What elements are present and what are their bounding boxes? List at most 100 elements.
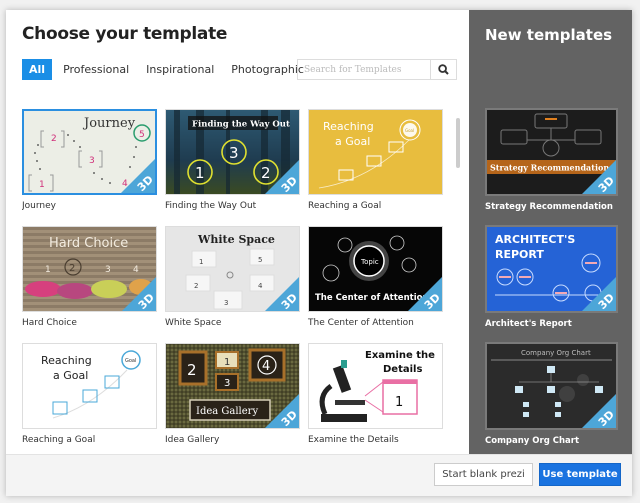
3d-badge: 3D	[121, 159, 155, 193]
template-thumbnail[interactable]: ARCHITECT'S REPORT 3D	[485, 225, 618, 313]
3d-badge: 3D	[265, 277, 299, 311]
template-name: Hard Choice	[22, 318, 77, 328]
template-name: Journey	[22, 201, 56, 211]
template-name: Company Org Chart	[485, 436, 580, 446]
template-thumbnail[interactable]: Finding the Way Out 3 1 2 3D	[165, 109, 300, 195]
template-thumbnail[interactable]: Topic The Center of Attention 3D	[308, 226, 443, 312]
search-box	[297, 59, 457, 80]
template-card-finding-the-way-out[interactable]: Finding the Way Out 3 1 2 3D Finding the…	[165, 109, 301, 211]
svg-text:4: 4	[133, 265, 139, 275]
search-icon	[438, 64, 449, 75]
thumb-title: Hard Choice	[49, 236, 128, 251]
tab-inspirational[interactable]: Inspirational	[140, 59, 220, 80]
svg-text:2: 2	[194, 282, 198, 290]
svg-text:REPORT: REPORT	[495, 248, 544, 261]
svg-text:3: 3	[224, 299, 228, 307]
svg-text:a Goal: a Goal	[53, 369, 88, 382]
template-card-white-space[interactable]: White Space 1 5 2 4 3 3D White Space	[165, 226, 301, 328]
svg-text:a Goal: a Goal	[335, 135, 370, 148]
template-grid: Journey 5 2 3 1 4 3D Journey Finding the…	[22, 109, 447, 454]
svg-text:1: 1	[224, 357, 230, 368]
svg-text:Examine the: Examine the	[365, 350, 435, 361]
template-card-hard-choice[interactable]: Hard Choice 1 2 3 4 3D Hard Choice	[22, 226, 158, 328]
template-card-center-of-attention[interactable]: Topic The Center of Attention 3D The Cen…	[308, 226, 444, 328]
svg-text:5: 5	[258, 256, 262, 264]
template-card-examine-the-details[interactable]: Examine the Details 1 Examine the Detail…	[308, 343, 444, 445]
template-name: The Center of Attention	[308, 318, 414, 328]
svg-text:2: 2	[187, 361, 197, 379]
template-card-reaching-a-goal[interactable]: Reaching a Goal Goal Reaching a Goal	[308, 109, 444, 211]
thumb-title: Reaching	[323, 120, 374, 133]
svg-text:4: 4	[262, 359, 270, 374]
svg-text:1: 1	[199, 258, 203, 266]
template-card-journey[interactable]: Journey 5 2 3 1 4 3D Journey	[22, 109, 158, 211]
new-template-strategy-recommendation[interactable]: Strategy Recommendation 3D Strategy Reco…	[485, 108, 621, 212]
template-thumbnail[interactable]: Hard Choice 1 2 3 4 3D	[22, 226, 157, 312]
thumb-title: Company Org Chart	[521, 349, 591, 357]
template-name: Reaching a Goal	[308, 201, 382, 211]
template-name: Examine the Details	[308, 435, 399, 445]
template-thumbnail[interactable]: 2 1 4 3 Idea Gallery 3D	[165, 343, 300, 429]
search-button[interactable]	[430, 60, 456, 79]
svg-text:1: 1	[45, 265, 51, 275]
new-templates-panel: New templates Strategy Recommendation 3D…	[469, 10, 632, 454]
tab-professional[interactable]: Professional	[57, 59, 135, 80]
svg-text:2: 2	[51, 134, 57, 144]
grid-scrollbar[interactable]	[456, 118, 460, 168]
svg-text:Goal: Goal	[405, 128, 414, 133]
template-thumbnail[interactable]: Strategy Recommendation 3D	[485, 108, 618, 196]
template-name: Reaching a Goal	[22, 435, 96, 445]
thumb-title: Journey	[82, 116, 136, 131]
template-name: White Space	[165, 318, 222, 328]
template-dialog: Choose your template All Professional In…	[6, 10, 632, 496]
3d-badge: 3D	[265, 394, 299, 428]
use-template-button[interactable]: Use template	[539, 463, 621, 486]
template-thumbnail[interactable]: Examine the Details 1	[308, 343, 443, 429]
svg-text:ARCHITECT'S: ARCHITECT'S	[495, 233, 575, 246]
template-thumbnail[interactable]: White Space 1 5 2 4 3 3D	[165, 226, 300, 312]
3d-badge: 3D	[122, 277, 156, 311]
template-thumbnail[interactable]: Company Org Chart 3D	[485, 342, 618, 430]
thumb-title: Reaching	[41, 354, 92, 367]
svg-text:3: 3	[105, 265, 111, 275]
svg-text:5: 5	[139, 130, 145, 140]
svg-text:1: 1	[39, 180, 45, 190]
thumb-title: Idea Gallery	[196, 406, 258, 417]
svg-text:4: 4	[258, 282, 263, 290]
svg-text:3: 3	[224, 378, 230, 389]
template-name: Strategy Recommendation	[485, 202, 613, 212]
3d-badge: 3D	[408, 277, 442, 311]
filter-tabs: All Professional Inspirational Photograp…	[22, 59, 315, 80]
svg-text:Topic: Topic	[360, 258, 379, 266]
svg-text:3: 3	[229, 144, 239, 162]
template-thumbnail[interactable]: Journey 5 2 3 1 4 3D	[22, 109, 157, 195]
thumb-title: Finding the Way Out	[192, 120, 290, 130]
template-card-idea-gallery[interactable]: 2 1 4 3 Idea Gallery 3D Idea Gallery	[165, 343, 301, 445]
tab-all[interactable]: All	[22, 59, 53, 80]
svg-text:3: 3	[89, 156, 95, 166]
3d-badge: 3D	[265, 160, 299, 194]
template-name: Finding the Way Out	[165, 201, 257, 211]
search-input[interactable]	[298, 60, 430, 79]
svg-text:Goal: Goal	[125, 358, 136, 364]
microscope-artwork: Examine the Details 1	[319, 350, 435, 422]
svg-text:Details: Details	[383, 364, 422, 375]
goal-artwork: Reaching a Goal Goal	[318, 119, 421, 189]
new-template-company-org-chart[interactable]: Company Org Chart 3D Company Org Chart	[485, 342, 621, 446]
dialog-footer: Start blank prezi Use template	[6, 454, 632, 496]
svg-text:1: 1	[195, 164, 205, 182]
template-name: Architect's Report	[485, 319, 572, 329]
new-template-architects-report[interactable]: ARCHITECT'S REPORT 3D Architect's Report	[485, 225, 621, 329]
thumb-title: White Space	[197, 233, 275, 246]
template-browser: Choose your template All Professional In…	[6, 10, 469, 454]
template-thumbnail[interactable]: Reaching a Goal Goal	[22, 343, 157, 429]
template-thumbnail[interactable]: Reaching a Goal Goal	[308, 109, 443, 195]
template-card-reaching-a-goal-2[interactable]: Reaching a Goal Goal Reaching a Goal	[22, 343, 158, 445]
new-templates-title: New templates	[485, 26, 613, 44]
3d-badge: 3D	[582, 160, 616, 194]
3d-badge: 3D	[582, 277, 616, 311]
template-name: Idea Gallery	[165, 435, 220, 445]
3d-badge: 3D	[582, 394, 616, 428]
start-blank-prezi-button[interactable]: Start blank prezi	[434, 463, 533, 486]
svg-text:1: 1	[395, 395, 403, 410]
